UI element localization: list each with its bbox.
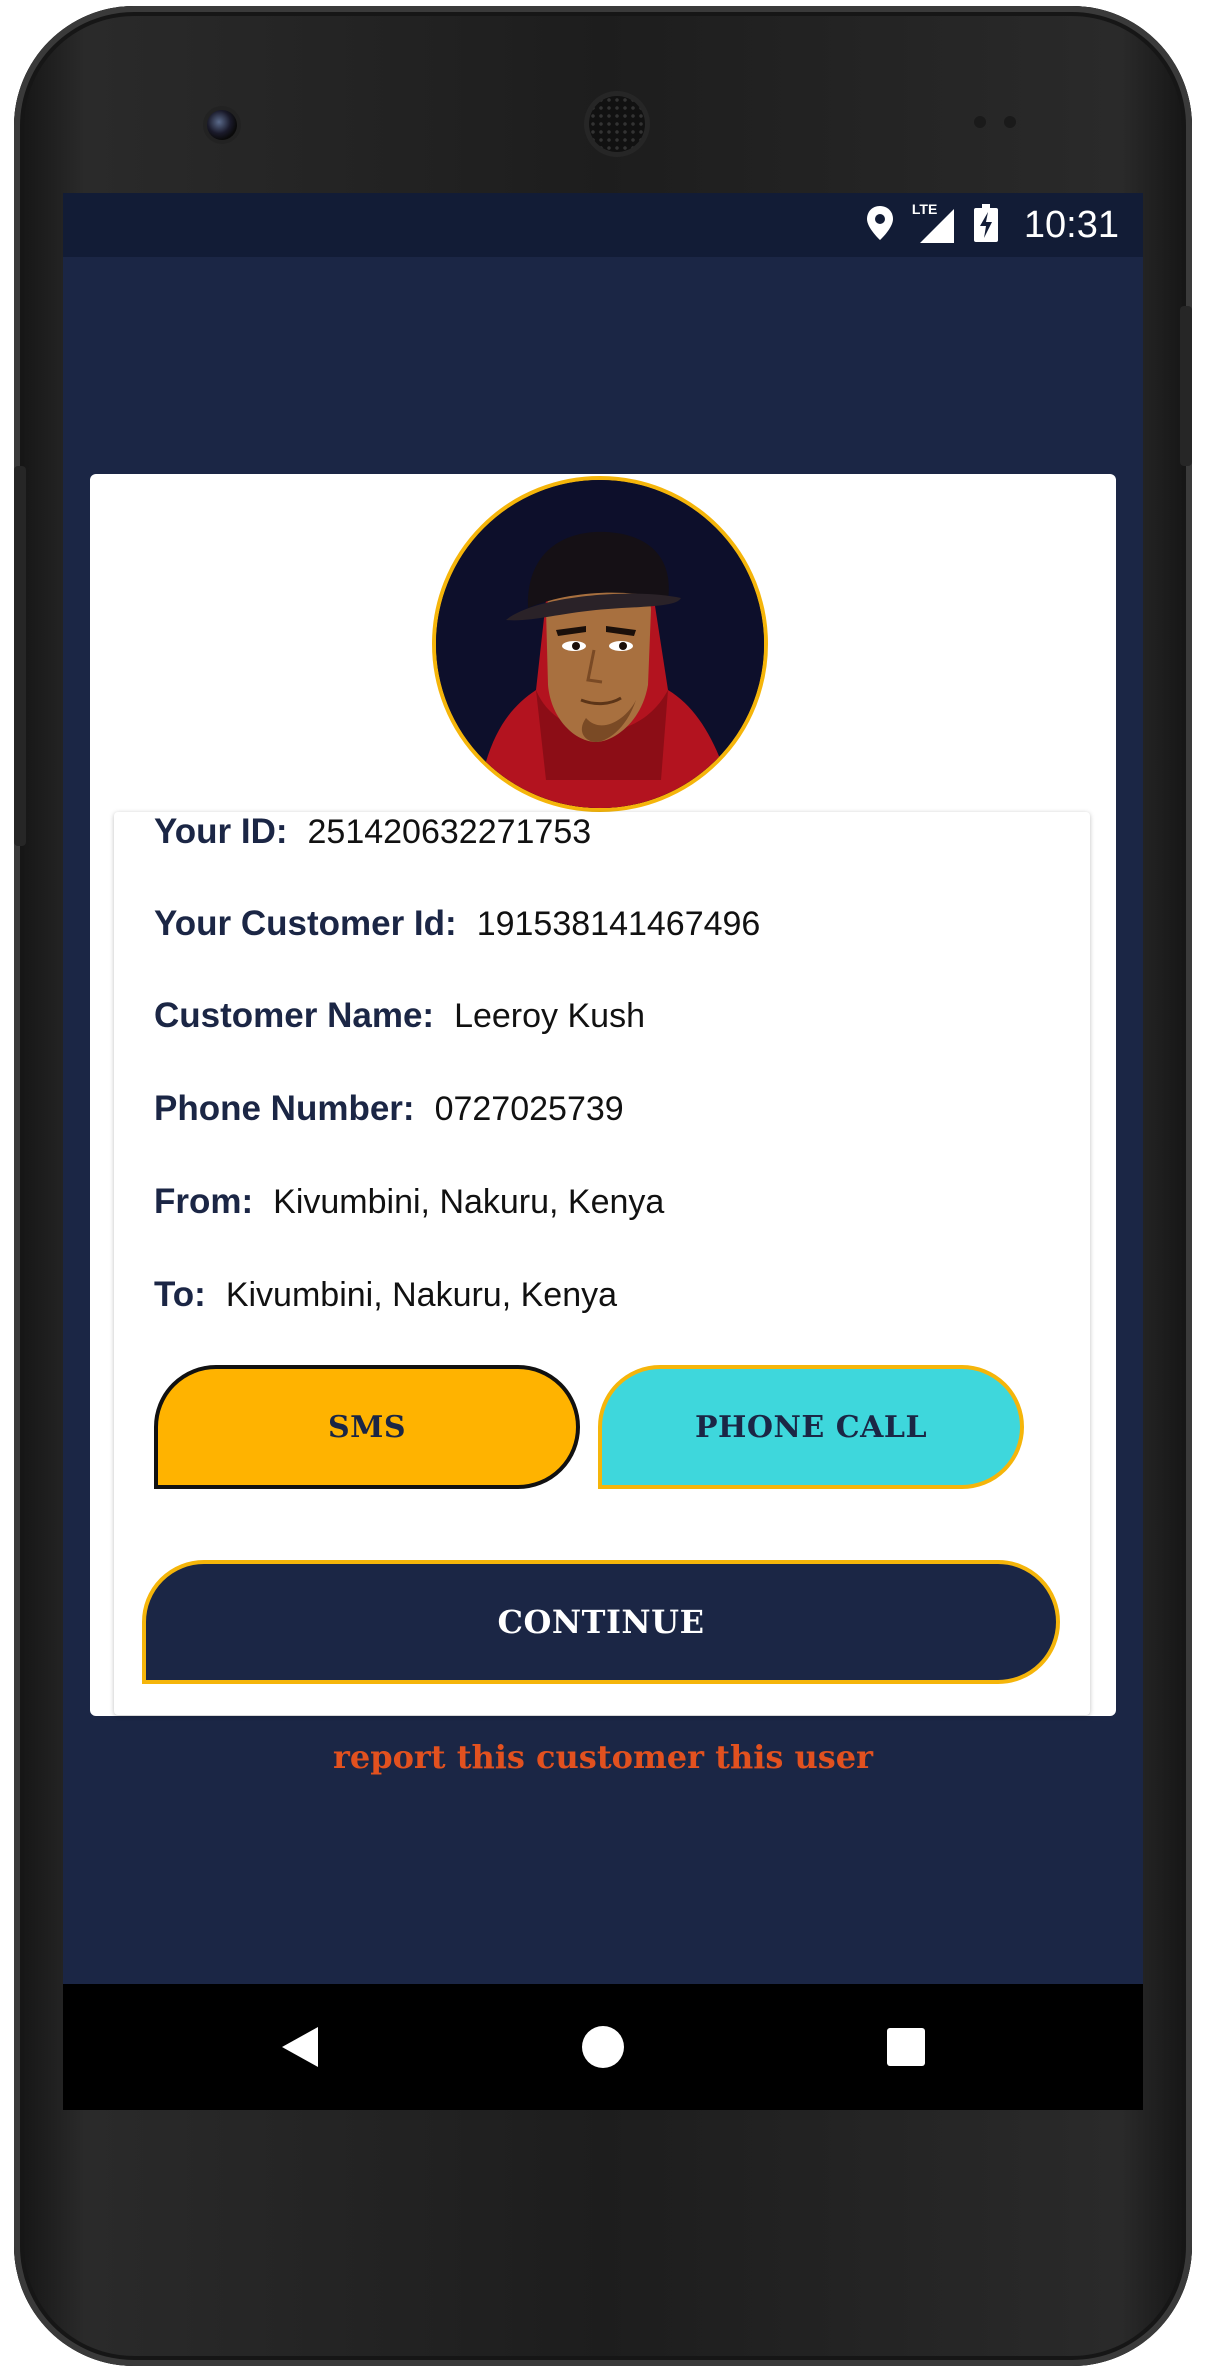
earpiece-speaker: [589, 96, 645, 152]
customer-card: Your ID: 251420632271753 Your Customer I…: [90, 474, 1116, 1716]
detail-label: To:: [154, 1275, 206, 1314]
continue-button[interactable]: CONTINUE: [142, 1560, 1060, 1684]
home-icon[interactable]: [543, 1984, 663, 2110]
detail-row-your-id: Your ID: 251420632271753: [154, 812, 591, 852]
detail-label: Phone Number:: [154, 1089, 415, 1128]
back-icon[interactable]: [240, 1984, 360, 2110]
front-camera: [207, 110, 237, 140]
detail-value: 0727025739: [434, 1090, 624, 1128]
light-sensor: [1004, 116, 1016, 128]
detail-row-from: From: Kivumbini, Nakuru, Kenya: [154, 1182, 664, 1222]
location-icon: [866, 205, 894, 245]
sms-button[interactable]: SMS: [154, 1365, 580, 1489]
signal-icon: LTE: [912, 201, 956, 245]
detail-value: Kivumbini, Nakuru, Kenya: [225, 1276, 618, 1314]
app-screen: LTE 10:31 Your ID: 251420632271753 Your …: [63, 193, 1143, 2110]
detail-label: Customer Name:: [154, 996, 435, 1035]
navigation-bar: [63, 1984, 1143, 2110]
detail-value: Leeroy Kush: [454, 997, 645, 1035]
detail-row-to: To: Kivumbini, Nakuru, Kenya: [154, 1275, 617, 1315]
detail-row-customer-id: Your Customer Id: 191538141467496: [154, 904, 760, 944]
detail-label: Your Customer Id:: [154, 904, 457, 943]
status-bar: LTE 10:31: [63, 193, 1143, 257]
status-time: 10:31: [1023, 203, 1119, 246]
power-button: [1180, 306, 1192, 466]
detail-label: From:: [154, 1182, 254, 1221]
phone-call-button[interactable]: PHONE CALL: [598, 1365, 1024, 1489]
detail-row-phone-number: Phone Number: 0727025739: [154, 1089, 624, 1129]
avatar: [432, 476, 768, 812]
report-customer-link[interactable]: report this customer this user: [63, 1738, 1143, 1776]
detail-value: 251420632271753: [307, 813, 592, 851]
proximity-sensor: [974, 116, 986, 128]
details-panel: Your ID: 251420632271753 Your Customer I…: [114, 812, 1090, 1715]
detail-label: Your ID:: [154, 812, 288, 851]
recents-icon[interactable]: [846, 1984, 966, 2110]
detail-row-customer-name: Customer Name: Leeroy Kush: [154, 996, 645, 1036]
detail-value: 191538141467496: [476, 905, 761, 943]
detail-value: Kivumbini, Nakuru, Kenya: [273, 1183, 665, 1221]
network-type: LTE: [911, 201, 938, 217]
volume-button: [14, 466, 26, 846]
battery-charging-icon: [973, 204, 998, 246]
